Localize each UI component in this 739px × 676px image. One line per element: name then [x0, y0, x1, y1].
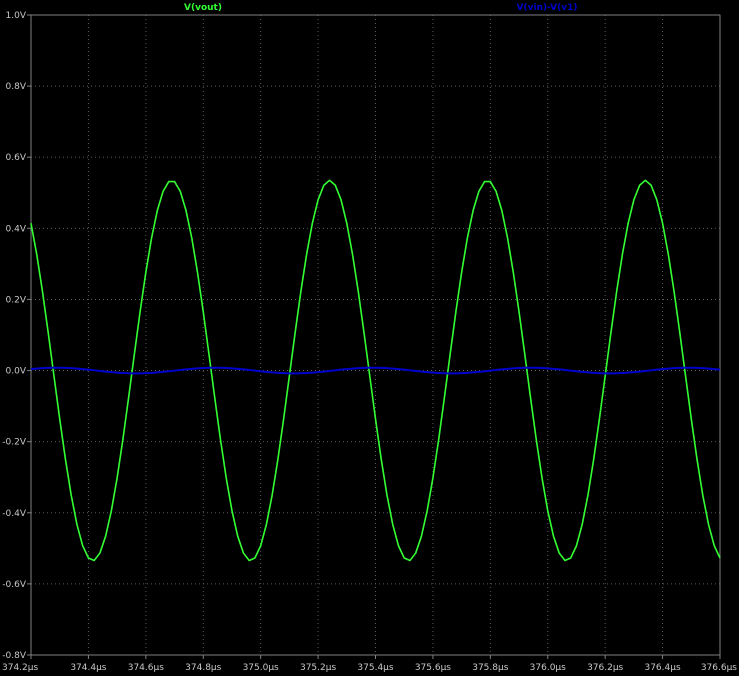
- x-tick-label: 374.2µs: [2, 663, 38, 673]
- y-tick-label: 0.8V: [6, 82, 27, 92]
- x-tick-label: 374.6µs: [128, 663, 164, 673]
- x-tick-label: 374.4µs: [70, 663, 106, 673]
- x-tick-label: 375.2µs: [300, 663, 336, 673]
- x-tick-label: 375.4µs: [357, 663, 393, 673]
- y-tick-label: 0.4V: [6, 224, 27, 234]
- y-tick-label: -0.2V: [2, 438, 27, 448]
- x-tick-label: 374.8µs: [185, 663, 221, 673]
- y-tick-label: -0.6V: [2, 580, 27, 590]
- y-tick-label: -0.4V: [2, 509, 27, 519]
- x-tick-label: 376.6µs: [701, 663, 737, 673]
- y-tick-label: 1.0V: [6, 11, 27, 21]
- x-tick-label: 376.4µs: [644, 663, 680, 673]
- y-tick-label: 0.2V: [6, 295, 27, 305]
- y-tick-label: 0.0V: [6, 367, 27, 377]
- x-tick-label: 375.6µs: [415, 663, 451, 673]
- plot-background: [0, 0, 739, 676]
- x-tick-label: 376.0µs: [530, 663, 566, 673]
- y-tick-label: 0.6V: [6, 153, 27, 163]
- x-tick-label: 376.2µs: [587, 663, 623, 673]
- legend-vin-minus-v1[interactable]: V(vin)-V(v1): [517, 3, 578, 13]
- legend-vout[interactable]: V(vout): [184, 3, 222, 13]
- y-tick-label: -0.8V: [2, 651, 27, 661]
- x-tick-label: 375.8µs: [472, 663, 508, 673]
- x-tick-label: 375.0µs: [243, 663, 279, 673]
- waveform-plot[interactable]: 1.0V 0.8V 0.6V 0.4V 0.2V 0.0V -0.2V -0.4V -0.6V -…: [0, 0, 739, 676]
